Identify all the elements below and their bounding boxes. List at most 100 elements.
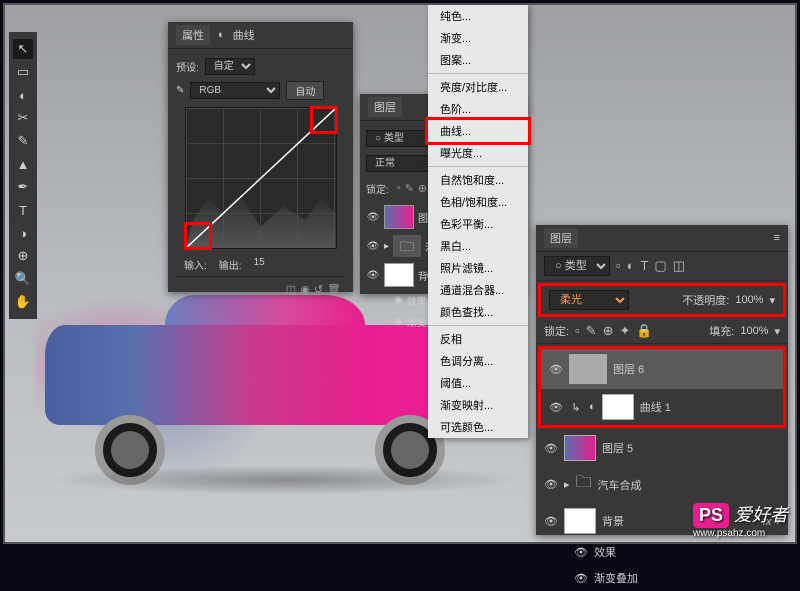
menu-solid-color[interactable]: 纯色... (428, 5, 528, 27)
curve-handle-white[interactable] (310, 106, 338, 134)
menu-threshold[interactable]: 阈值... (428, 372, 528, 394)
layer-effect-row[interactable]: 👁 渐变叠加 (536, 565, 788, 591)
preset-select[interactable]: 自定 (205, 58, 255, 75)
layers-tab-small[interactable]: 图层 (368, 97, 402, 117)
opacity-label-l: 不透明度: (682, 292, 729, 308)
ground-shadow (45, 465, 525, 495)
layer-effect-row[interactable]: 👁 效果 (536, 539, 788, 565)
properties-tab[interactable]: 属性 (176, 25, 210, 45)
path-tool[interactable]: ✒ (13, 177, 33, 197)
hand-tool[interactable]: ✋ (13, 292, 33, 312)
curves-icon: ◐ (218, 29, 225, 41)
zoom-tool[interactable]: 🔍 (13, 269, 33, 289)
crop-tool[interactable]: ✂ (13, 108, 33, 128)
curves-label: 曲线 (233, 27, 255, 43)
menu-brightness[interactable]: 亮度/对比度... (428, 76, 528, 98)
tools-toolbar: ↖ ▭ ◐ ✂ ✎ ▲ ✒ T ◑ ⊕ 🔍 ✋ (9, 32, 37, 319)
lock-artboard-icon[interactable]: ✦ (619, 323, 630, 339)
preset-label: 预设: (176, 59, 199, 74)
panel-menu-icon[interactable]: ≡ (774, 232, 780, 244)
menu-exposure[interactable]: 曝光度... (428, 142, 528, 164)
visibility-icon[interactable]: 👁 (574, 546, 588, 559)
layer-name: 曲线 1 (640, 399, 671, 415)
lock-position-icon[interactable]: ⊕ (603, 323, 614, 339)
pixel-filter-icon[interactable]: ▫ (616, 258, 621, 274)
menu-selectivecolor[interactable]: 可选颜色... (428, 416, 528, 438)
properties-header: 属性 ◐ 曲线 (168, 22, 353, 49)
layers-tab-large[interactable]: 图层 (544, 228, 578, 248)
filter-kind-large[interactable]: ○ 类型 (544, 256, 610, 276)
curves-graph[interactable] (185, 107, 337, 249)
clip-icon[interactable]: ◫ (286, 283, 296, 296)
move-tool[interactable]: ↖ (13, 39, 33, 59)
menu-pattern[interactable]: 图案... (428, 49, 528, 71)
eyedropper-icon[interactable]: ✎ (176, 85, 184, 96)
lock-brush-icon[interactable]: ✎ (586, 323, 597, 339)
brush-tool[interactable]: ✎ (13, 131, 33, 151)
marquee-tool[interactable]: ▭ (13, 62, 33, 82)
lock-label-l: 锁定: (544, 323, 569, 339)
fill-label-l: 填充: (709, 323, 734, 339)
type-tool[interactable]: T (13, 200, 33, 220)
channel-select[interactable]: RGB (190, 82, 280, 99)
menu-gradient[interactable]: 渐变... (428, 27, 528, 49)
curves-adj-icon: ◐ (589, 401, 596, 413)
layers-panel-large: 图层≡ ○ 类型 ▫ ◐ T ▢ ◫ 柔光 不透明度: 100%▾ 锁定: ▫ … (536, 225, 788, 535)
menu-curves[interactable]: 曲线... (428, 120, 528, 142)
blend-mode-large[interactable]: 柔光 (549, 290, 629, 310)
layer-row[interactable]: 👁 图层 5 (536, 430, 788, 466)
menu-photofilter[interactable]: 照片滤镜... (428, 257, 528, 279)
effect-name: 效果 (594, 544, 616, 560)
visibility-icon[interactable]: 👁 (574, 572, 588, 585)
opacity-value-l[interactable]: 100% (735, 294, 763, 306)
lock-pixels-icon[interactable]: ▫ (575, 323, 580, 339)
expand-icon[interactable]: ▸ (564, 478, 570, 491)
view-icon[interactable]: ◉ (300, 283, 310, 296)
input-label: 输入: (184, 257, 207, 272)
lock-all-icon[interactable]: 🔒 (636, 323, 652, 339)
output-label: 输出: (219, 257, 242, 272)
layer-name: 背景 (602, 513, 624, 529)
visibility-icon[interactable]: 👁 (544, 442, 558, 455)
menu-hue[interactable]: 色相/饱和度... (428, 191, 528, 213)
layer-row-selected[interactable]: 👁 图层 6 (541, 349, 783, 389)
adjustment-menu: 纯色... 渐变... 图案... 亮度/对比度... 色阶... 曲线... … (428, 5, 528, 438)
menu-bw[interactable]: 黑白... (428, 235, 528, 257)
watermark: PS 爱好者 www.psahz.com (693, 501, 788, 539)
menu-invert[interactable]: 反相 (428, 328, 528, 350)
visibility-icon[interactable]: 👁 (544, 478, 558, 491)
visibility-icon[interactable]: 👁 (544, 515, 558, 528)
layer-name: 汽车合成 (598, 477, 642, 493)
auto-button[interactable]: 自动 (286, 81, 324, 100)
smart-filter-icon[interactable]: ◫ (673, 258, 685, 274)
menu-gradientmap[interactable]: 渐变映射... (428, 394, 528, 416)
properties-panel: 属性 ◐ 曲线 预设: 自定 ✎ RGB 自动 输入: 输出: 15 ◫ ◉ ↺ (168, 22, 353, 292)
fill-value-l[interactable]: 100% (740, 325, 768, 337)
menu-colorlookup[interactable]: 颜色查找... (428, 301, 528, 323)
reset-icon[interactable]: ↺ (314, 283, 323, 296)
shape-tool[interactable]: ◑ (13, 223, 33, 243)
eyedropper-tool[interactable]: ⊕ (13, 246, 33, 266)
output-value: 15 (254, 257, 265, 272)
shape-filter-icon[interactable]: ▢ (654, 258, 666, 274)
adjust-filter-icon[interactable]: ◐ (627, 258, 635, 274)
menu-vibrance[interactable]: 自然饱和度... (428, 169, 528, 191)
visibility-icon[interactable]: 👁 (366, 212, 380, 223)
menu-colorbalance[interactable]: 色彩平衡... (428, 213, 528, 235)
visibility-icon[interactable]: 👁 (549, 363, 563, 376)
menu-channelmixer[interactable]: 通道混合器... (428, 279, 528, 301)
lasso-tool[interactable]: ◐ (13, 85, 33, 105)
layer-row[interactable]: 👁 ↳ ◐ 曲线 1 (541, 389, 783, 425)
visibility-icon[interactable]: 👁 (549, 401, 563, 414)
menu-posterize[interactable]: 色调分离... (428, 350, 528, 372)
effect-name: 渐变叠加 (594, 570, 638, 586)
layer-name: 图层 6 (613, 361, 644, 377)
curve-handle-black[interactable] (184, 222, 212, 250)
delete-icon[interactable]: 🗑 (327, 283, 341, 296)
type-filter-icon[interactable]: T (640, 258, 648, 274)
visibility-icon[interactable]: 👁 (366, 241, 380, 252)
layer-name: 图层 5 (602, 440, 633, 456)
layer-row[interactable]: 👁 ▸ 🗀 汽车合成 (536, 466, 788, 503)
visibility-icon[interactable]: 👁 (366, 270, 380, 281)
pen-tool[interactable]: ▲ (13, 154, 33, 174)
